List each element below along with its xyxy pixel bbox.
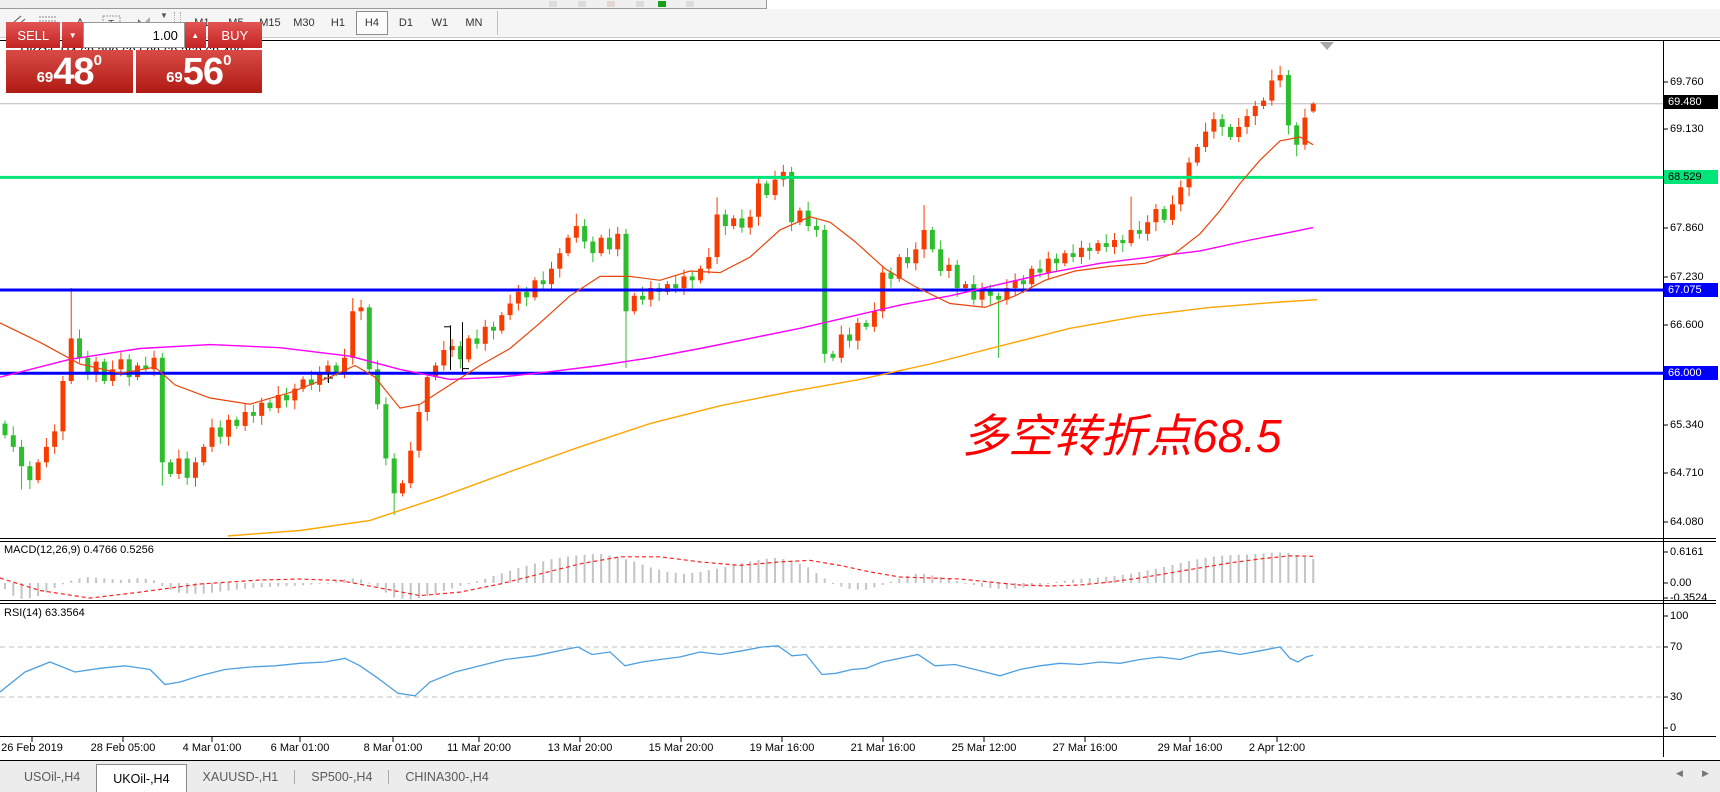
axis-label: 67.075 bbox=[1664, 283, 1718, 297]
time-axis-label: 21 Mar 16:00 bbox=[835, 742, 931, 754]
buy-price-pips: 56 bbox=[183, 53, 223, 91]
chart-tab-xauusdh1[interactable]: XAUUSD-,H1 bbox=[187, 765, 295, 789]
axis-label: 69.480 bbox=[1664, 95, 1718, 109]
tab-scroll-right-icon[interactable]: ▶ bbox=[1702, 768, 1709, 779]
sell-price-major: 69 bbox=[37, 65, 54, 91]
chart-canvas[interactable] bbox=[0, 0, 1720, 792]
chart-tab-bar: USOil-,H4UKOil-,H4XAUUSD-,H1SP500-,H4CHI… bbox=[0, 760, 1720, 792]
time-axis-label: 2 Apr 12:00 bbox=[1229, 742, 1325, 754]
axis-label: 66.000 bbox=[1664, 366, 1718, 380]
axis-label: -0.3524 bbox=[1670, 592, 1707, 604]
sell-price-quote[interactable]: 69 48 0 bbox=[6, 50, 133, 93]
chart-tab-ukoilh4[interactable]: UKOil-,H4 bbox=[96, 764, 186, 792]
rsi-indicator-label: RSI(14) 63.3564 bbox=[4, 607, 85, 619]
tab-scroll-left-icon[interactable]: ◀ bbox=[1676, 768, 1683, 779]
buy-button[interactable]: BUY bbox=[208, 22, 262, 48]
one-click-trade-panel: SELL ▼ 1.00 ▲ BUY 69 48 0 69 56 0 bbox=[6, 22, 262, 93]
sell-button[interactable]: SELL bbox=[6, 22, 60, 48]
volume-increase-button[interactable]: ▲ bbox=[185, 22, 206, 48]
chart-tab-china300h4[interactable]: CHINA300-,H4 bbox=[389, 765, 504, 789]
axis-label: 64.710 bbox=[1670, 467, 1704, 479]
annotation-text: 多空转折点68.5 bbox=[962, 400, 1282, 466]
time-axis-label: 13 Mar 20:00 bbox=[532, 742, 628, 754]
axis-label: 0.00 bbox=[1670, 577, 1691, 589]
buy-price-major: 69 bbox=[166, 65, 183, 91]
axis-label: 30 bbox=[1670, 691, 1682, 703]
axis-label: 70 bbox=[1670, 641, 1682, 653]
volume-decrease-button[interactable]: ▼ bbox=[62, 22, 83, 48]
axis-label: 68.529 bbox=[1664, 170, 1718, 184]
sell-price-point: 0 bbox=[94, 53, 102, 68]
axis-label: 66.600 bbox=[1670, 319, 1704, 331]
axis-label: 0.6161 bbox=[1670, 546, 1704, 558]
time-axis-label: 25 Mar 12:00 bbox=[936, 742, 1032, 754]
axis-label: 64.080 bbox=[1670, 516, 1704, 528]
time-axis-label: 28 Feb 05:00 bbox=[75, 742, 171, 754]
time-axis-label: 4 Mar 01:00 bbox=[164, 742, 260, 754]
time-axis-label: 15 Mar 20:00 bbox=[633, 742, 729, 754]
buy-price-point: 0 bbox=[223, 53, 231, 68]
buy-price-quote[interactable]: 69 56 0 bbox=[136, 50, 263, 93]
axis-label: 69.760 bbox=[1670, 76, 1704, 88]
time-axis-label: 6 Mar 01:00 bbox=[252, 742, 348, 754]
axis-label: 69.130 bbox=[1670, 123, 1704, 135]
axis-label: 67.230 bbox=[1670, 271, 1704, 283]
volume-input[interactable]: 1.00 bbox=[83, 22, 185, 48]
chart-tab-sp500h4[interactable]: SP500-,H4 bbox=[295, 765, 388, 789]
time-axis-label: 19 Mar 16:00 bbox=[734, 742, 830, 754]
time-axis-label: 8 Mar 01:00 bbox=[345, 742, 441, 754]
time-axis-label: 11 Mar 20:00 bbox=[431, 742, 527, 754]
axis-label: 0 bbox=[1670, 722, 1676, 734]
sell-price-pips: 48 bbox=[53, 53, 93, 91]
axis-label: 100 bbox=[1670, 610, 1688, 622]
chart-tab-usoilh4[interactable]: USOil-,H4 bbox=[8, 765, 96, 789]
time-axis-label: 29 Mar 16:00 bbox=[1142, 742, 1238, 754]
time-axis-label: 26 Feb 2019 bbox=[0, 742, 80, 754]
axis-label: 67.860 bbox=[1670, 222, 1704, 234]
time-axis-label: 27 Mar 16:00 bbox=[1037, 742, 1133, 754]
axis-label: 65.340 bbox=[1670, 419, 1704, 431]
macd-indicator-label: MACD(12,26,9) 0.4766 0.5256 bbox=[4, 544, 154, 556]
trading-terminal: EFAT▼ M1M5M15M30H1H4D1W1MN ▲ UKOil-,H4 6… bbox=[0, 0, 1720, 792]
